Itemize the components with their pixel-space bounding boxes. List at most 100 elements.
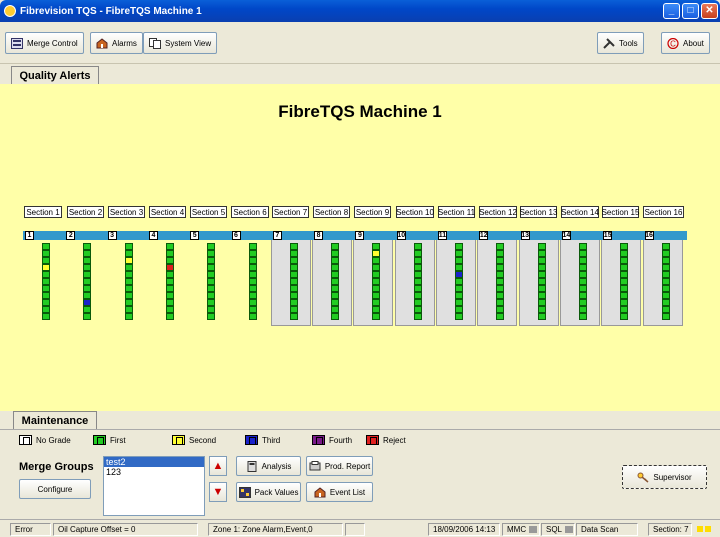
spindle-cell[interactable]: [207, 299, 216, 306]
merge-groups-list[interactable]: test2 123: [103, 456, 205, 516]
spindle-cell[interactable]: [42, 313, 50, 320]
spindle-cell[interactable]: [496, 285, 505, 292]
spindle-cell[interactable]: [124, 271, 133, 278]
spindle-cell[interactable]: [620, 292, 629, 299]
spindle-cell[interactable]: [42, 306, 50, 313]
spindle-cell[interactable]: [207, 285, 216, 292]
spindle-cell[interactable]: [537, 250, 546, 257]
move-down-button[interactable]: ▼: [209, 482, 227, 502]
spindle-cell[interactable]: [289, 306, 298, 313]
section-label[interactable]: Section 6: [231, 206, 269, 218]
spindle-cell[interactable]: [661, 264, 670, 271]
spindle-cell[interactable]: [83, 292, 92, 299]
spindle-cell[interactable]: [331, 313, 340, 320]
alarms-button[interactable]: Alarms: [90, 32, 143, 54]
spindle-cell[interactable]: [83, 306, 92, 313]
spindle-cell[interactable]: [620, 250, 629, 257]
spindle-cell[interactable]: [661, 306, 670, 313]
spindle-cell[interactable]: [372, 250, 381, 257]
spindle-cell[interactable]: [537, 292, 546, 299]
spindle-cell[interactable]: [661, 299, 670, 306]
spindle-cell[interactable]: [83, 271, 92, 278]
spindle-cell[interactable]: [42, 285, 50, 292]
spindle-cell[interactable]: [455, 306, 463, 313]
spindle-cell[interactable]: [165, 313, 174, 320]
spindle-cell[interactable]: [455, 292, 463, 299]
spindle-cell[interactable]: [124, 285, 133, 292]
spindle-cell[interactable]: [537, 313, 546, 320]
section-label[interactable]: Section 7: [272, 206, 309, 218]
prod-report-button[interactable]: Prod. Report: [306, 456, 373, 476]
section-label[interactable]: Section 4: [149, 206, 186, 218]
spindle-cell[interactable]: [372, 313, 381, 320]
spindle-cell[interactable]: [331, 250, 340, 257]
spindle-cell[interactable]: [496, 271, 505, 278]
spindle-cell[interactable]: [578, 250, 587, 257]
spindle-cell[interactable]: [578, 306, 587, 313]
spindle-cell[interactable]: [620, 299, 629, 306]
spindle-cell[interactable]: [537, 285, 546, 292]
tools-button[interactable]: Tools: [597, 32, 644, 54]
system-view-button[interactable]: System View: [143, 32, 218, 54]
spindle-cell[interactable]: [372, 271, 381, 278]
spindle-cell[interactable]: [620, 278, 629, 285]
section-label[interactable]: Section 11: [438, 206, 475, 218]
spindle-cell[interactable]: [165, 250, 174, 257]
spindle-cell[interactable]: [331, 243, 340, 250]
spindle-cell[interactable]: [578, 313, 587, 320]
spindle-cell[interactable]: [661, 250, 670, 257]
spindle-cell[interactable]: [496, 278, 505, 285]
spindle-cell[interactable]: [496, 264, 505, 271]
spindle-cell[interactable]: [496, 313, 505, 320]
spindle-cell[interactable]: [413, 243, 422, 250]
spindle-cell[interactable]: [289, 292, 298, 299]
spindle-cell[interactable]: [207, 243, 216, 250]
spindle-cell[interactable]: [83, 257, 92, 264]
spindle-cell[interactable]: [537, 299, 546, 306]
spindle-cell[interactable]: [248, 285, 257, 292]
spindle-cell[interactable]: [83, 285, 92, 292]
spindle-cell[interactable]: [620, 313, 629, 320]
spindle-cell[interactable]: [578, 299, 587, 306]
list-item[interactable]: 123: [104, 467, 204, 477]
spindle-cell[interactable]: [83, 243, 92, 250]
spindle-cell[interactable]: [413, 278, 422, 285]
spindle-cell[interactable]: [83, 250, 92, 257]
section-label[interactable]: Section 16: [643, 206, 684, 218]
close-button[interactable]: ✕: [701, 3, 718, 19]
spindle-cell[interactable]: [248, 243, 257, 250]
spindle-cell[interactable]: [165, 299, 174, 306]
spindle-cell[interactable]: [372, 292, 381, 299]
spindle-cell[interactable]: [455, 278, 463, 285]
spindle-cell[interactable]: [496, 306, 505, 313]
spindle-cell[interactable]: [289, 264, 298, 271]
spindle-cell[interactable]: [289, 299, 298, 306]
spindle-cell[interactable]: [165, 278, 174, 285]
spindle-cell[interactable]: [331, 271, 340, 278]
spindle-cell[interactable]: [42, 250, 50, 257]
spindle-cell[interactable]: [372, 285, 381, 292]
spindle-cell[interactable]: [124, 257, 133, 264]
spindle-cell[interactable]: [372, 278, 381, 285]
spindle-cell[interactable]: [124, 299, 133, 306]
spindle-cell[interactable]: [248, 306, 257, 313]
spindle-cell[interactable]: [248, 292, 257, 299]
pack-values-button[interactable]: Pack Values: [236, 482, 301, 502]
section-label[interactable]: Section 12: [479, 206, 517, 218]
spindle-cell[interactable]: [413, 271, 422, 278]
section-label[interactable]: Section 8: [313, 206, 350, 218]
spindle-cell[interactable]: [661, 243, 670, 250]
spindle-cell[interactable]: [289, 271, 298, 278]
maximize-button[interactable]: □: [682, 3, 699, 19]
spindle-cell[interactable]: [413, 299, 422, 306]
spindle-cell[interactable]: [413, 250, 422, 257]
spindle-cell[interactable]: [165, 285, 174, 292]
spindle-cell[interactable]: [578, 257, 587, 264]
spindle-cell[interactable]: [331, 278, 340, 285]
spindle-cell[interactable]: [42, 278, 50, 285]
spindle-cell[interactable]: [578, 292, 587, 299]
spindle-cell[interactable]: [413, 306, 422, 313]
section-label[interactable]: Section 13: [520, 206, 557, 218]
spindle-cell[interactable]: [537, 271, 546, 278]
spindle-cell[interactable]: [496, 299, 505, 306]
